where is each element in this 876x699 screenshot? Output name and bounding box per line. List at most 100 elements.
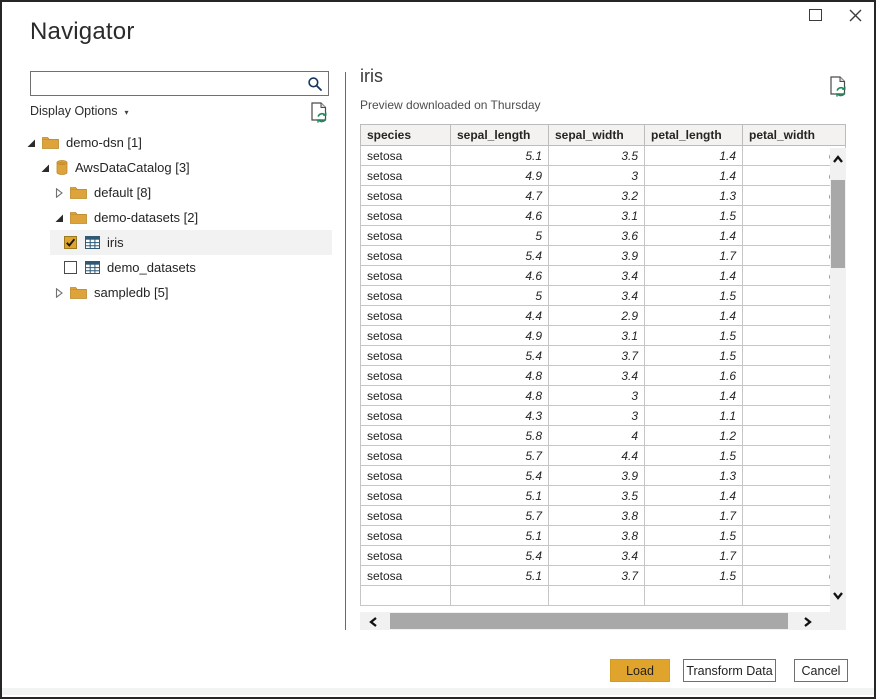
table-cell: 4.6 — [451, 206, 549, 226]
table-cell: setosa — [361, 326, 451, 346]
vertical-scrollbar-thumb[interactable] — [831, 180, 845, 268]
table-row: setosa5.43.91.30. — [361, 466, 846, 486]
column-header-species: species — [361, 125, 451, 146]
expander-expanded-icon[interactable] — [40, 163, 50, 173]
table-cell: 1.7 — [645, 546, 743, 566]
table-cell: 4.4 — [549, 446, 645, 466]
table-cell: 4.9 — [451, 166, 549, 186]
search-input[interactable] — [31, 72, 302, 95]
table-cell: 1.7 — [645, 506, 743, 526]
expander-expanded-icon[interactable] — [26, 138, 36, 148]
folder-icon — [70, 186, 87, 199]
table-cell: 1.4 — [645, 226, 743, 246]
column-header-petal_width: petal_width — [743, 125, 846, 146]
table-cell: 5 — [451, 286, 549, 306]
transform-data-button[interactable]: Transform Data — [683, 659, 776, 682]
cancel-button[interactable]: Cancel — [794, 659, 848, 682]
horizontal-scrollbar[interactable] — [360, 612, 846, 630]
scroll-down-icon[interactable] — [832, 588, 844, 606]
table-cell: setosa — [361, 386, 451, 406]
table-cell: setosa — [361, 226, 451, 246]
table-cell: 1.5 — [645, 326, 743, 346]
checkbox[interactable] — [64, 261, 77, 274]
column-header-sepal_width: sepal_width — [549, 125, 645, 146]
scroll-right-icon[interactable] — [801, 615, 813, 633]
table-cell: setosa — [361, 266, 451, 286]
close-button[interactable] — [846, 6, 864, 24]
expander-collapsed-icon[interactable] — [54, 188, 64, 198]
expander-expanded-icon[interactable] — [54, 213, 64, 223]
table-cell: 1.5 — [645, 446, 743, 466]
horizontal-scrollbar-thumb[interactable] — [390, 613, 788, 629]
checkmark-icon — [65, 237, 76, 248]
load-button[interactable]: Load — [610, 659, 670, 682]
table-cell: 3.8 — [549, 526, 645, 546]
table-cell: 5.7 — [451, 446, 549, 466]
table-cell: 5 — [451, 226, 549, 246]
tree-item-demo_datasets[interactable]: demo_datasets — [50, 255, 332, 280]
table-cell: setosa — [361, 246, 451, 266]
table-cell: setosa — [361, 166, 451, 186]
refresh-icon — [310, 102, 329, 124]
expander-collapsed-icon[interactable] — [54, 288, 64, 298]
vertical-scrollbar[interactable] — [830, 148, 846, 612]
search-button[interactable] — [302, 72, 328, 95]
tree-item-demo-datasets[interactable]: demo-datasets [2] — [22, 205, 332, 230]
table-cell: 3.9 — [549, 466, 645, 486]
table-row: setosa4.83.41.60. — [361, 366, 846, 386]
tree-item-label: sampledb [5] — [94, 285, 168, 300]
tree-item-iris[interactable]: iris — [50, 230, 332, 255]
table-cell: setosa — [361, 366, 451, 386]
table-row: setosa5.73.81.70. — [361, 506, 846, 526]
preview-table: speciessepal_lengthsepal_widthpetal_leng… — [360, 124, 846, 606]
tree-item-awsdatacatalog[interactable]: AwsDataCatalog [3] — [22, 155, 332, 180]
table-cell: 3.4 — [549, 366, 645, 386]
preview-table-container: speciessepal_lengthsepal_widthpetal_leng… — [360, 124, 846, 613]
table-cell: setosa — [361, 466, 451, 486]
close-icon — [848, 8, 863, 23]
table-cell: 1.4 — [645, 266, 743, 286]
column-header-sepal_length: sepal_length — [451, 125, 549, 146]
table-cell: 3.1 — [549, 206, 645, 226]
maximize-button[interactable] — [806, 6, 824, 24]
table-row: setosa53.61.40. — [361, 226, 846, 246]
tree-item-demo-dsn[interactable]: demo-dsn [1] — [22, 130, 332, 155]
tree-item-default[interactable]: default [8] — [22, 180, 332, 205]
display-options-dropdown[interactable]: Display Options ▾ — [30, 104, 129, 118]
table-cell: 1.4 — [645, 166, 743, 186]
table-cell: 1.4 — [645, 386, 743, 406]
refresh-tree-button[interactable] — [310, 102, 329, 129]
scroll-left-icon[interactable] — [368, 615, 380, 633]
table-cell: 5.8 — [451, 426, 549, 446]
table-cell: 4.6 — [451, 266, 549, 286]
tree-item-sampledb[interactable]: sampledb [5] — [22, 280, 332, 305]
table-cell: 5.1 — [451, 526, 549, 546]
table-cell: 1.3 — [645, 186, 743, 206]
table-cell: 3 — [549, 166, 645, 186]
tree-item-label: demo-datasets [2] — [94, 210, 198, 225]
table-cell: setosa — [361, 346, 451, 366]
table-cell: 1.3 — [645, 466, 743, 486]
refresh-preview-button[interactable] — [829, 76, 848, 103]
column-header-petal_length: petal_length — [645, 125, 743, 146]
table-cell — [549, 586, 645, 606]
table-cell — [361, 586, 451, 606]
folder-icon — [70, 211, 87, 224]
table-cell: 3.2 — [549, 186, 645, 206]
scroll-up-icon[interactable] — [832, 153, 844, 171]
table-cell: 1.5 — [645, 286, 743, 306]
tree-item-label: AwsDataCatalog [3] — [75, 160, 190, 175]
table-row: setosa5.43.71.50. — [361, 346, 846, 366]
table-cell: setosa — [361, 426, 451, 446]
table-cell: setosa — [361, 446, 451, 466]
table-cell: 5.7 — [451, 506, 549, 526]
table-cell: 5.1 — [451, 146, 549, 166]
preview-subtitle: Preview downloaded on Thursday — [360, 98, 541, 112]
table-cell: 4 — [549, 426, 645, 446]
display-options-label: Display Options — [30, 104, 118, 118]
table-icon — [85, 236, 100, 249]
checkbox[interactable] — [64, 236, 77, 249]
table-row: setosa4.331.10. — [361, 406, 846, 426]
table-row: setosa5.43.41.70. — [361, 546, 846, 566]
table-row: setosa4.831.40. — [361, 386, 846, 406]
